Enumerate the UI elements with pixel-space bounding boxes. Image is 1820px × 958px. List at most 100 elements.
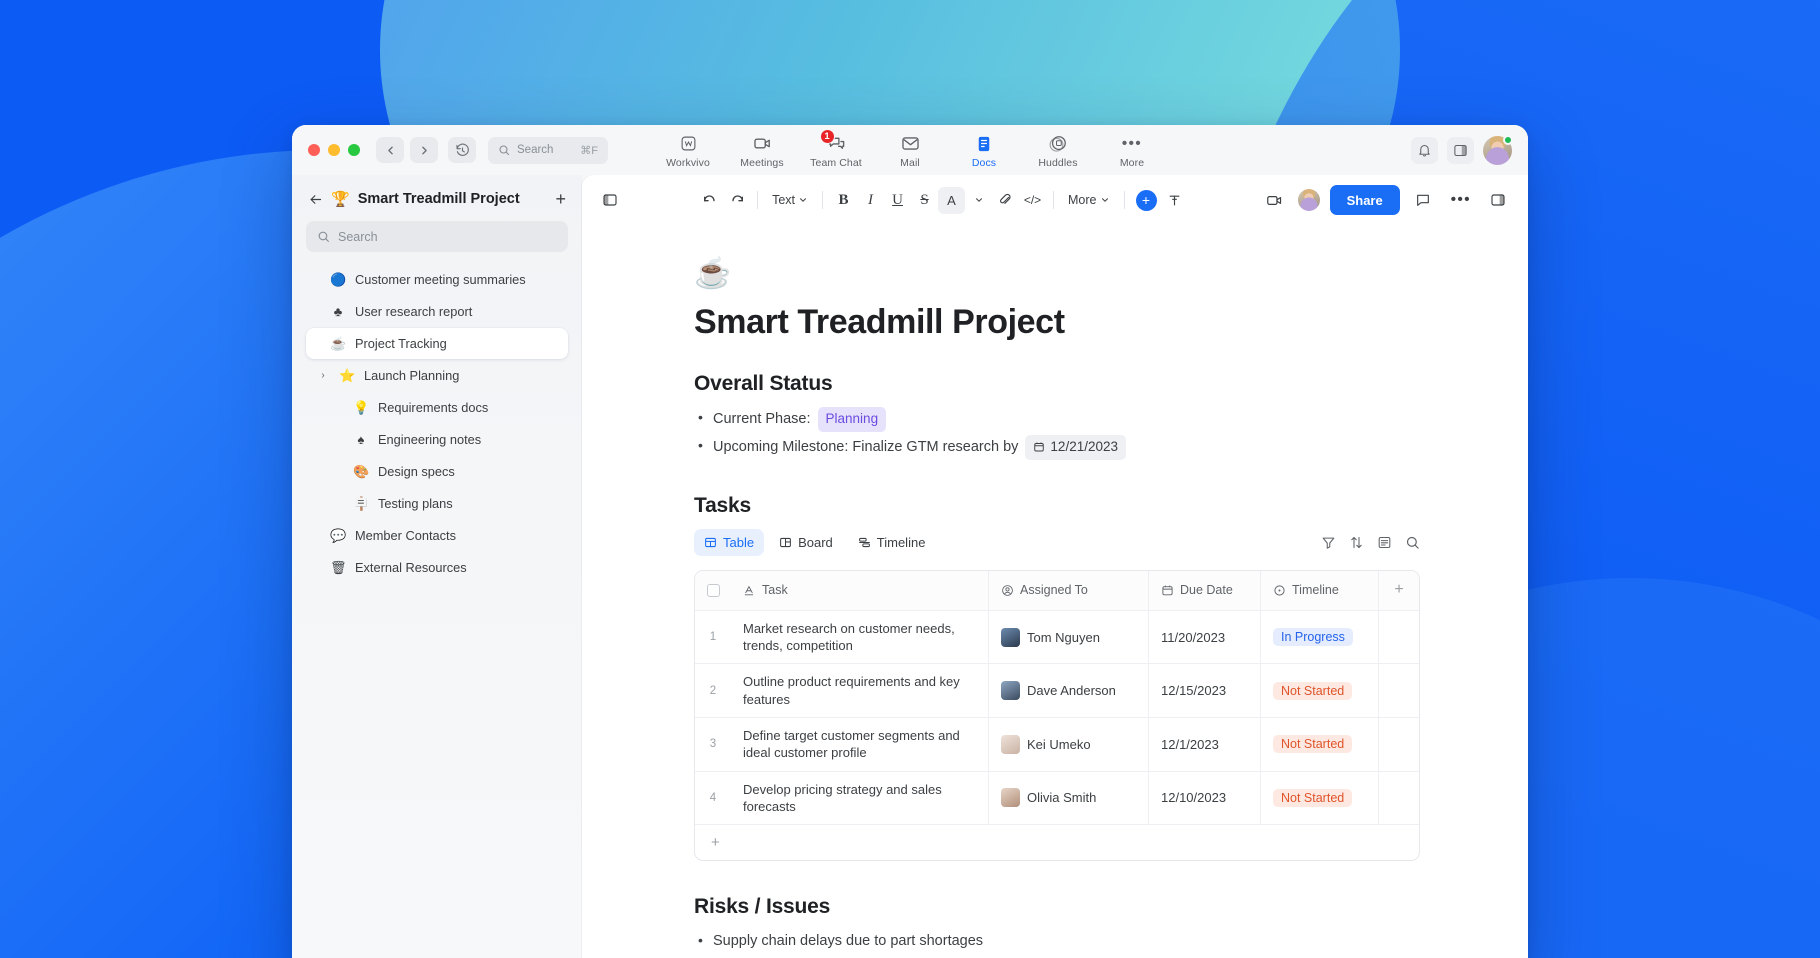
cell-row-actions[interactable] bbox=[1379, 611, 1419, 664]
nav-item-meetings[interactable]: Meetings bbox=[725, 132, 799, 169]
nav-item-docs[interactable]: Docs bbox=[947, 132, 1021, 169]
add-row-button[interactable]: + bbox=[695, 825, 1419, 860]
redo-button[interactable] bbox=[723, 187, 750, 214]
bold-button[interactable]: B bbox=[830, 187, 857, 214]
sidebar-item-requirements-docs[interactable]: 💡 Requirements docs bbox=[306, 392, 568, 423]
clear-formatting-button[interactable] bbox=[1161, 187, 1188, 214]
speech-bubble-icon: 💬 bbox=[330, 528, 347, 543]
minimize-window-button[interactable] bbox=[328, 144, 340, 156]
filter-button[interactable] bbox=[1321, 535, 1336, 550]
nav-item-mail[interactable]: Mail bbox=[873, 132, 947, 169]
more-formatting-dropdown[interactable]: More bbox=[1061, 187, 1116, 214]
cell-assigned-to[interactable]: Kei Umeko bbox=[989, 717, 1149, 771]
nav-item-workvivo[interactable]: Workvivo bbox=[651, 132, 725, 169]
sidebar-item-external-resources[interactable]: 🗑 External Resources bbox=[306, 552, 568, 583]
sidebar-item-member-contacts[interactable]: 💬 Member Contacts bbox=[306, 520, 568, 551]
table-row[interactable]: 2 Outline product requirements and key f… bbox=[695, 664, 1419, 718]
sidebar-item-launch-planning[interactable]: › ⭐ Launch Planning bbox=[306, 360, 568, 391]
right-panel-toggle-button[interactable] bbox=[1485, 187, 1512, 214]
nav-item-more[interactable]: ••• More bbox=[1095, 132, 1169, 169]
insert-link-button[interactable] bbox=[992, 187, 1019, 214]
tab-table[interactable]: Table bbox=[694, 528, 765, 556]
notifications-button[interactable] bbox=[1411, 136, 1438, 164]
cell-due-date[interactable]: 12/1/2023 bbox=[1149, 717, 1261, 771]
cell-timeline[interactable]: In Progress bbox=[1261, 610, 1379, 664]
sort-button[interactable] bbox=[1349, 535, 1364, 550]
lightbulb-icon: 💡 bbox=[353, 400, 370, 415]
close-window-button[interactable] bbox=[308, 144, 320, 156]
collaborator-avatar[interactable] bbox=[1297, 189, 1320, 211]
fields-button[interactable] bbox=[1377, 535, 1392, 550]
document-more-options-button[interactable]: ••• bbox=[1447, 187, 1475, 214]
cell-timeline[interactable]: Not Started bbox=[1261, 717, 1379, 771]
toolbar-divider bbox=[757, 191, 759, 209]
column-header-task[interactable]: Task bbox=[731, 570, 989, 610]
maximize-window-button[interactable] bbox=[348, 144, 360, 156]
cell-due-date[interactable]: 12/15/2023 bbox=[1149, 664, 1261, 717]
sidebar-item-engineering-notes[interactable]: ♠ Engineering notes bbox=[306, 424, 568, 455]
cell-timeline[interactable]: Not Started bbox=[1261, 664, 1379, 717]
sidebar-search-input[interactable]: Search bbox=[306, 221, 568, 252]
back-button[interactable] bbox=[376, 137, 404, 163]
table-row[interactable]: 4 Develop pricing strategy and sales for… bbox=[695, 771, 1419, 826]
assignee-avatar bbox=[1001, 734, 1020, 754]
text-color-button[interactable]: A bbox=[938, 186, 966, 214]
cell-task[interactable]: Define target customer segments and idea… bbox=[731, 717, 989, 771]
document-body[interactable]: ☕ Smart Treadmill Project Overall Status… bbox=[690, 259, 1420, 958]
italic-button[interactable]: I bbox=[857, 187, 884, 214]
add-column-button[interactable]: + bbox=[1379, 571, 1419, 610]
sidebar-item-testing-plans[interactable]: 🪧 Testing plans bbox=[306, 488, 568, 519]
underline-button[interactable]: U bbox=[884, 187, 911, 214]
text-color-dropdown[interactable] bbox=[965, 187, 992, 214]
insert-block-button[interactable]: + bbox=[1132, 187, 1161, 214]
cell-due-date[interactable]: 11/20/2023 bbox=[1149, 610, 1261, 664]
cell-assigned-to[interactable]: Dave Anderson bbox=[989, 664, 1149, 717]
column-header-due-date[interactable]: Due Date bbox=[1149, 570, 1261, 610]
forward-button[interactable] bbox=[410, 137, 438, 163]
table-row[interactable]: 1 Market research on customer needs, tre… bbox=[695, 610, 1419, 665]
nav-item-team-chat[interactable]: 1 Team Chat bbox=[799, 128, 873, 169]
tab-board[interactable]: Board bbox=[769, 529, 843, 556]
undo-button[interactable] bbox=[696, 187, 723, 214]
column-header-timeline[interactable]: Timeline bbox=[1261, 570, 1379, 610]
start-video-button[interactable] bbox=[1261, 187, 1288, 214]
cell-assigned-to[interactable]: Olivia Smith bbox=[989, 771, 1149, 825]
status-badge-planning[interactable]: Planning bbox=[817, 407, 887, 432]
cell-row-actions[interactable] bbox=[1379, 772, 1419, 825]
left-panel-toggle-button[interactable] bbox=[596, 187, 623, 214]
cell-task[interactable]: Market research on customer needs, trend… bbox=[731, 610, 989, 664]
search-table-button[interactable] bbox=[1405, 535, 1420, 550]
sidebar-add-button[interactable]: + bbox=[555, 190, 566, 208]
cell-row-actions[interactable] bbox=[1379, 718, 1419, 771]
video-camera-icon bbox=[753, 134, 772, 154]
document-emoji-icon[interactable]: ☕ bbox=[694, 259, 1420, 289]
share-button[interactable]: Share bbox=[1329, 185, 1400, 215]
sidebar-item-design-specs[interactable]: 🎨 Design specs bbox=[306, 456, 568, 487]
cell-assigned-to[interactable]: Tom Nguyen bbox=[989, 610, 1149, 664]
sidebar-back-button[interactable] bbox=[308, 192, 323, 207]
global-search-input[interactable]: Search ⌘F bbox=[488, 136, 608, 164]
cell-task[interactable]: Outline product requirements and key fea… bbox=[731, 664, 989, 717]
cell-timeline[interactable]: Not Started bbox=[1261, 771, 1379, 825]
right-sidebar-toggle-button[interactable] bbox=[1447, 136, 1474, 164]
cell-row-actions[interactable] bbox=[1379, 664, 1419, 717]
sidebar-item-user-research-report[interactable]: ♣ User research report bbox=[306, 296, 568, 327]
comments-button[interactable] bbox=[1410, 187, 1437, 214]
text-style-dropdown[interactable]: Text bbox=[765, 187, 815, 214]
chevron-right-icon[interactable]: › bbox=[316, 370, 330, 381]
table-row[interactable]: 3 Define target customer segments and id… bbox=[695, 717, 1419, 772]
cell-task[interactable]: Develop pricing strategy and sales forec… bbox=[731, 771, 989, 825]
select-all-checkbox[interactable] bbox=[695, 571, 731, 610]
sidebar-item-customer-meeting-summaries[interactable]: 🔵 Customer meeting summaries bbox=[306, 264, 568, 295]
nav-item-huddles[interactable]: Huddles bbox=[1021, 132, 1095, 169]
code-block-button[interactable]: </> bbox=[1019, 187, 1046, 214]
cell-due-date[interactable]: 12/10/2023 bbox=[1149, 771, 1261, 825]
strikethrough-button[interactable]: S bbox=[911, 187, 938, 214]
tab-timeline[interactable]: Timeline bbox=[848, 529, 936, 556]
sidebar-item-project-tracking[interactable]: ☕ Project Tracking bbox=[306, 328, 568, 359]
column-header-assigned-to[interactable]: Assigned To bbox=[989, 570, 1149, 610]
user-avatar-button[interactable] bbox=[1483, 134, 1513, 165]
date-chip-milestone[interactable]: 12/21/2023 bbox=[1025, 434, 1126, 460]
page-title[interactable]: Smart Treadmill Project bbox=[694, 303, 1420, 342]
history-button[interactable] bbox=[448, 137, 476, 163]
